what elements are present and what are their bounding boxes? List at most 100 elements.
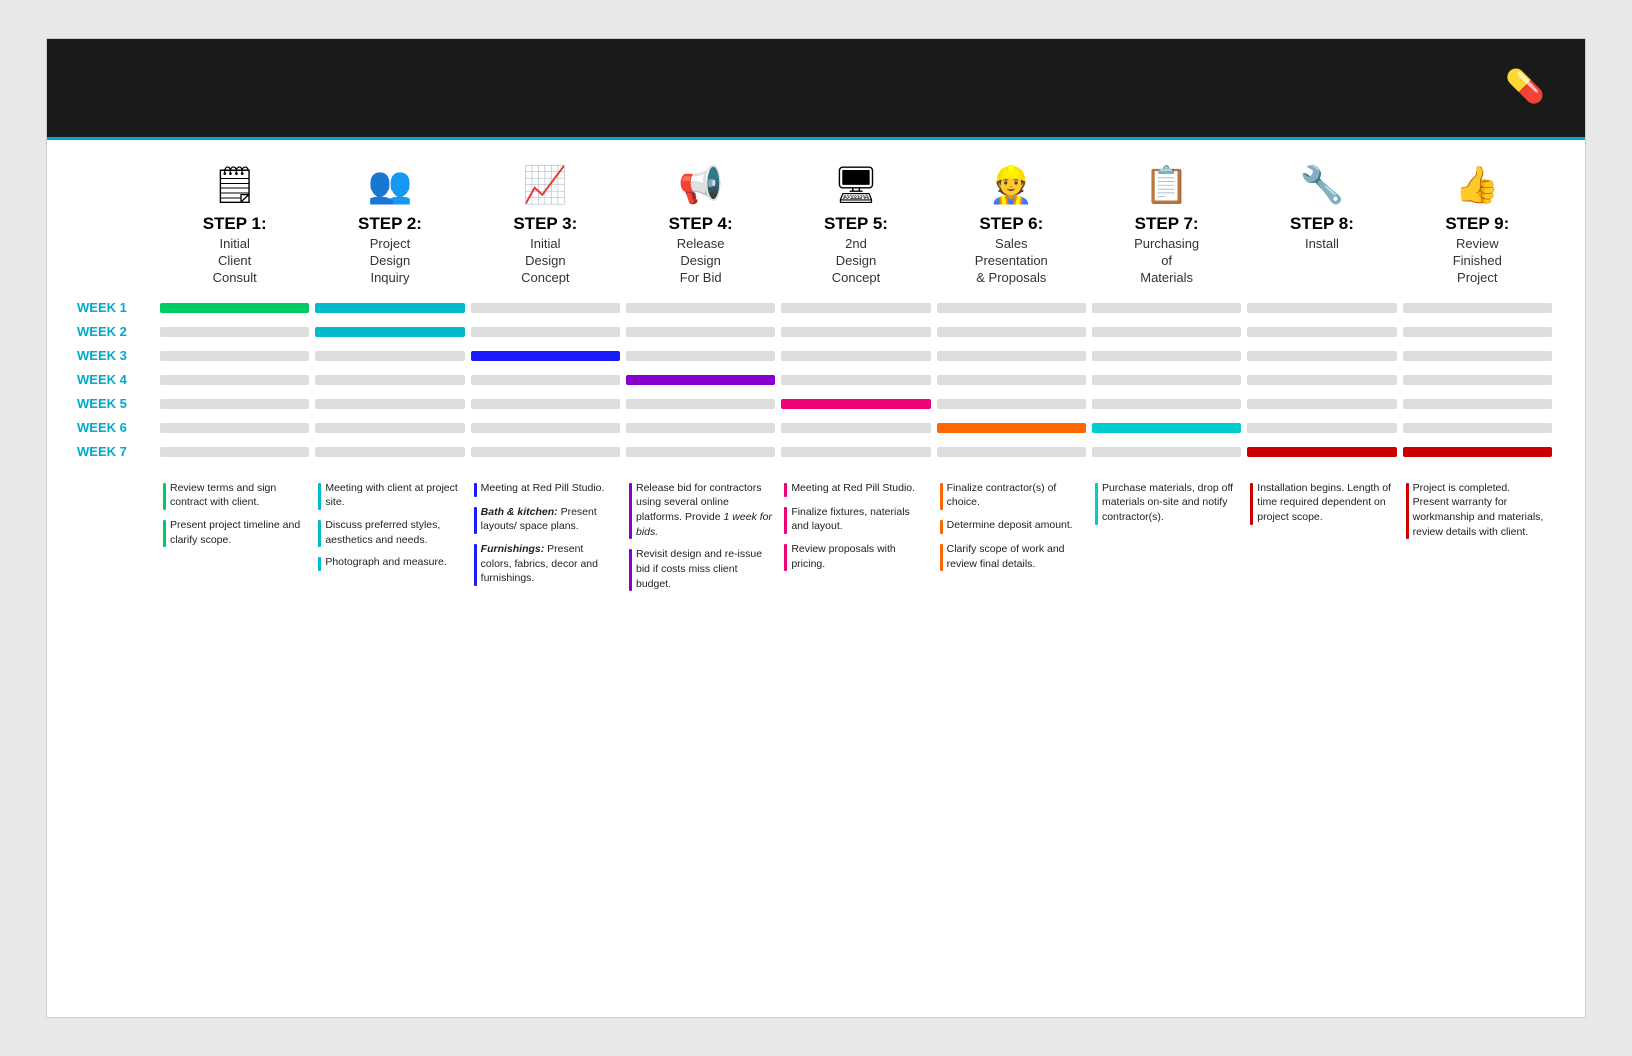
bar-cell-6-5 [778,423,933,433]
note-bar-7-1 [1095,483,1098,525]
step-col-4: 📢STEP 4:ReleaseDesignFor Bid [623,160,778,287]
bar-cell-4-5 [778,375,933,385]
bar-7-3 [471,447,620,457]
bar-2-7 [1092,327,1241,337]
bars-container-3 [157,351,1555,361]
bar-cell-1-3 [468,303,623,313]
note-text-4-1: Release bid for contractors using severa… [636,481,772,540]
bar-1-8 [1247,303,1396,313]
bar-cell-5-7 [1089,399,1244,409]
bar-cell-7-6 [934,447,1089,457]
note-col-4: Release bid for contractors using severa… [623,481,778,600]
bar-7-1 [160,447,309,457]
note-item-1-2: Present project timeline and clarify sco… [163,518,306,547]
bar-cell-5-3 [468,399,623,409]
bar-cell-6-4 [623,423,778,433]
bar-cell-7-2 [312,447,467,457]
bar-5-9 [1403,399,1552,409]
bar-cell-3-4 [623,351,778,361]
bar-6-3 [471,423,620,433]
bar-cell-1-4 [623,303,778,313]
note-text-1-1: Review terms and sign contract with clie… [170,481,306,510]
note-bar-5-1 [784,483,787,497]
bars-container-6 [157,423,1555,433]
bar-cell-1-6 [934,303,1089,313]
bar-2-3 [471,327,620,337]
bar-cell-7-5 [778,447,933,457]
step-number-9: STEP 9: [1445,214,1509,234]
bars-container-5 [157,399,1555,409]
step-title-8: Install [1305,236,1339,253]
bar-1-9 [1403,303,1552,313]
step-col-5: 🖥STEP 5:2ndDesignConcept [778,160,933,287]
week-label-1: WEEK 1 [77,300,157,315]
step-title-5: 2ndDesignConcept [832,236,880,287]
note-bar-5-3 [784,544,787,571]
bar-5-8 [1247,399,1396,409]
note-item-4-2: Revisit design and re-issue bid if costs… [629,547,772,591]
note-text-6-2: Determine deposit amount. [947,518,1073,534]
bar-cell-5-5 [778,399,933,409]
step-title-1: InitialClientConsult [213,236,257,287]
bar-cell-6-3 [468,423,623,433]
bar-cell-2-6 [934,327,1089,337]
bar-4-1 [160,375,309,385]
bars-container-7 [157,447,1555,457]
note-bar-8-1 [1250,483,1253,525]
bar-6-1 [160,423,309,433]
note-bar-1-2 [163,520,166,547]
note-bar-3-1 [474,483,477,497]
note-item-2-3: Photograph and measure. [318,555,461,571]
content-area: 🗒STEP 1:InitialClientConsult👥STEP 2:Proj… [47,140,1585,619]
bar-cell-7-9 [1400,447,1555,457]
step-icon-2: 👥 [368,160,413,210]
bar-2-5 [781,327,930,337]
bar-7-2 [315,447,464,457]
timeline-row-2: WEEK 2 [77,321,1555,343]
note-text-2-3: Photograph and measure. [325,555,446,571]
bar-5-2 [315,399,464,409]
bars-container-2 [157,327,1555,337]
bar-7-5 [781,447,930,457]
step-number-7: STEP 7: [1135,214,1199,234]
bar-cell-7-4 [623,447,778,457]
note-item-6-1: Finalize contractor(s) of choice. [940,481,1083,510]
step-number-8: STEP 8: [1290,214,1354,234]
bar-4-2 [315,375,464,385]
bar-cell-4-3 [468,375,623,385]
bar-cell-7-8 [1244,447,1399,457]
bar-1-5 [781,303,930,313]
bar-cell-5-4 [623,399,778,409]
note-bar-2-3 [318,557,321,571]
bar-cell-5-9 [1400,399,1555,409]
step-title-7: PurchasingofMaterials [1134,236,1199,287]
bar-2-2 [315,327,464,337]
note-item-3-3: Furnishings: Present colors, fabrics, de… [474,542,617,586]
note-col-8: Installation begins. Length of time requ… [1244,481,1399,600]
bar-6-9 [1403,423,1552,433]
bar-cell-3-5 [778,351,933,361]
bar-3-6 [937,351,1086,361]
note-bar-3-3 [474,544,477,586]
step-title-3: InitialDesignConcept [521,236,569,287]
note-item-2-1: Meeting with client at project site. [318,481,461,510]
bars-container-1 [157,303,1555,313]
step-icon-7: 📋 [1144,160,1189,210]
note-col-5: Meeting at Red Pill Studio.Finalize fixt… [778,481,933,600]
bar-1-1 [160,303,309,313]
bar-cell-2-3 [468,327,623,337]
note-bar-4-1 [629,483,632,540]
bar-cell-3-1 [157,351,312,361]
bar-cell-4-8 [1244,375,1399,385]
note-bar-6-1 [940,483,943,510]
bar-5-3 [471,399,620,409]
note-bar-2-1 [318,483,321,510]
step-number-6: STEP 6: [979,214,1043,234]
bar-5-4 [626,399,775,409]
week-label-7: WEEK 7 [77,444,157,459]
bar-3-2 [315,351,464,361]
bar-6-6 [937,423,1086,433]
note-bar-3-2 [474,507,477,534]
note-item-3-2: Bath & kitchen: Present layouts/ space p… [474,505,617,534]
bar-1-6 [937,303,1086,313]
